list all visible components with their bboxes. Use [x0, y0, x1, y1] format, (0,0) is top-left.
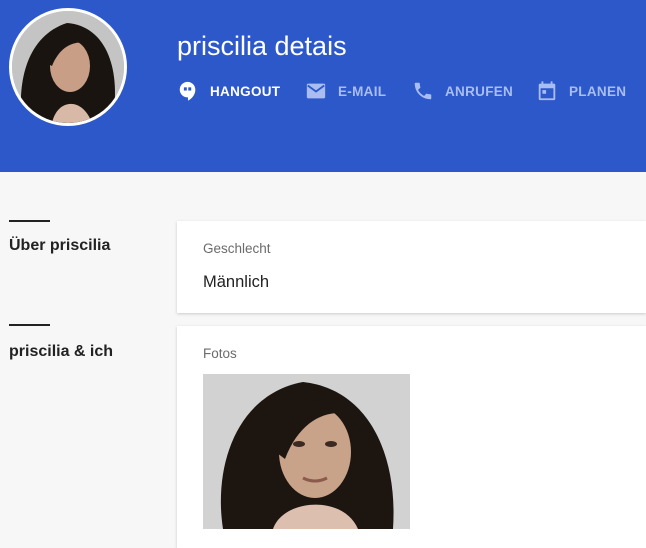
calendar-icon	[536, 80, 558, 102]
section-divider	[9, 324, 50, 326]
hangout-icon	[177, 80, 199, 102]
you-and-heading: priscilia & ich	[9, 343, 114, 360]
profile-header: priscilia detais HANGOUT E-MAIL ANRUFEN …	[0, 0, 646, 172]
hangout-label: HANGOUT	[210, 83, 281, 99]
photos-card: Fotos	[177, 326, 646, 548]
hangout-button[interactable]: HANGOUT	[177, 78, 280, 104]
mail-icon	[305, 80, 327, 102]
phone-icon	[412, 80, 434, 102]
photo-thumbnail[interactable]	[203, 374, 410, 529]
about-card: Geschlecht Männlich	[177, 221, 646, 313]
about-heading: Über priscilia	[9, 237, 111, 254]
call-button[interactable]: ANRUFEN	[412, 78, 513, 104]
call-label: ANRUFEN	[445, 83, 514, 99]
email-label: E-MAIL	[338, 83, 387, 99]
email-button[interactable]: E-MAIL	[305, 78, 386, 104]
photos-label: Fotos	[203, 346, 237, 361]
schedule-button[interactable]: PLANEN	[536, 78, 626, 104]
gender-value: Männlich	[203, 273, 270, 291]
photo-image	[203, 374, 410, 529]
avatar[interactable]	[9, 8, 127, 126]
gender-label: Geschlecht	[203, 241, 271, 256]
schedule-label: PLANEN	[569, 83, 627, 99]
avatar-photo	[12, 11, 124, 123]
section-divider	[9, 220, 50, 222]
page-title: priscilia detais	[177, 31, 347, 61]
